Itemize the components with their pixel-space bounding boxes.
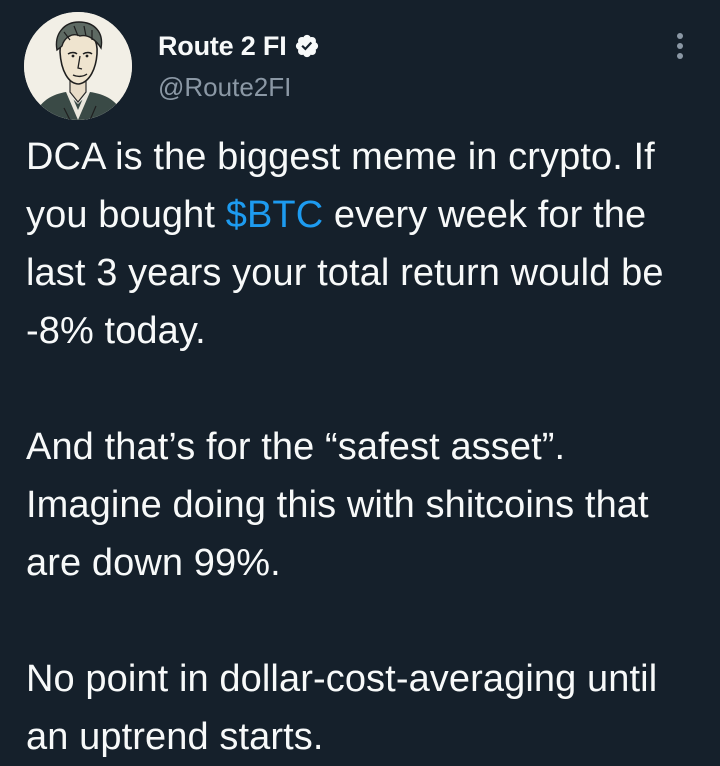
verified-badge-icon xyxy=(294,33,320,59)
tweet-paragraph-1: DCA is the biggest meme in crypto. If yo… xyxy=(26,128,706,360)
tweet-paragraph-2: And that’s for the “safest asset”. Imagi… xyxy=(26,426,649,584)
cashtag-link[interactable]: $BTC xyxy=(226,194,324,236)
avatar-portrait-icon xyxy=(24,12,132,120)
avatar[interactable] xyxy=(24,12,132,120)
display-name[interactable]: Route 2 FI xyxy=(158,31,287,62)
tweet-paragraph-3: No point in dollar-cost-averaging until … xyxy=(26,658,658,758)
tweet-text: DCA is the biggest meme in crypto. If yo… xyxy=(26,128,706,766)
more-options-button[interactable] xyxy=(664,28,696,64)
tweet-card: Route 2 FI @Route2FI DCA is the biggest … xyxy=(0,0,720,758)
author-block: Route 2 FI @Route2FI xyxy=(158,30,320,103)
more-options-icon xyxy=(677,33,683,59)
author-name-row: Route 2 FI xyxy=(158,30,320,62)
author-handle[interactable]: @Route2FI xyxy=(158,72,320,103)
